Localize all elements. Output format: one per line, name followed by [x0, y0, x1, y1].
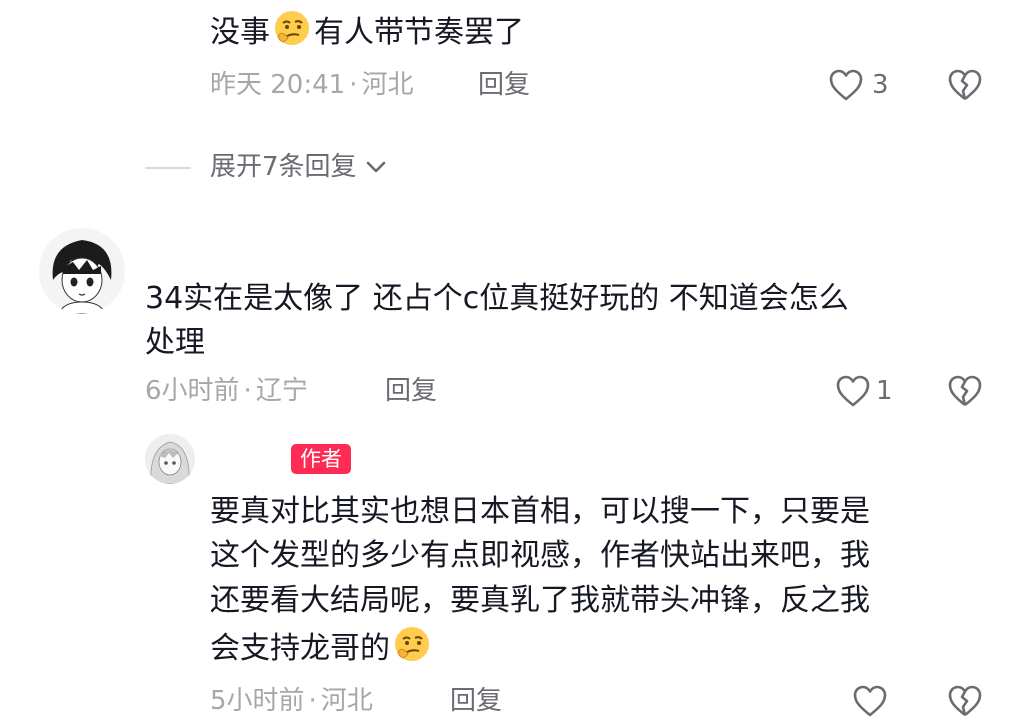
broken-heart-icon [948, 69, 982, 101]
comment-2-like-count: 1 [876, 376, 893, 406]
comment-1-like-button[interactable] [828, 68, 864, 102]
comment-1-dislike-button[interactable] [947, 68, 983, 102]
comment-1-location: 河北 [361, 70, 414, 100]
comment-2-reply-button[interactable]: 回复 [385, 374, 437, 408]
broken-heart-icon [948, 685, 982, 717]
comment-1-like-count: 3 [872, 70, 889, 100]
broken-heart-icon [948, 375, 982, 407]
comment-1-reply-button[interactable]: 回复 [478, 68, 530, 102]
comment-2-text-line2: 处理 [145, 325, 205, 360]
thinking-emoji-icon [275, 11, 309, 45]
comment-2-meta: 6小时前 · 辽宁 [145, 374, 308, 408]
comment-1-text: 没事 有人带节奏罢了 [210, 8, 524, 55]
comment-3-dislike-button[interactable] [947, 684, 983, 718]
expand-replies-button[interactable]: 展开7条回复 [210, 150, 387, 184]
author-avatar[interactable] [145, 434, 195, 484]
anime-girl-avatar-image [145, 434, 195, 484]
comment-3-text-line1: 要真对比其实也想日本首相，可以搜一下，只要是 [210, 494, 870, 529]
heart-icon [836, 375, 870, 407]
comment-1-meta: 昨天 20:41 · 河北 [210, 68, 413, 102]
meta-separator: · [243, 376, 252, 406]
comment-1-text-part1: 没事 [210, 15, 270, 50]
comment-2-dislike-button[interactable] [947, 374, 983, 408]
avatar[interactable] [39, 228, 125, 314]
expand-divider [145, 167, 191, 169]
meta-separator: · [308, 686, 317, 716]
chevron-down-icon [366, 161, 386, 173]
comment-2-text-line1: 34实在是太像了 还占个c位真挺好玩的 不知道会怎么 [145, 281, 849, 316]
comment-2-location: 辽宁 [255, 376, 308, 406]
comment-3-text-line2: 这个发型的多少有点即视感，作者快站出来吧，我 [210, 538, 870, 573]
meta-separator: · [349, 70, 358, 100]
comment-1-text-part2: 有人带节奏罢了 [314, 15, 524, 50]
comment-2-like-button[interactable] [835, 374, 871, 408]
anime-boy-avatar-image [39, 228, 125, 314]
comment-3-time: 5小时前 [210, 686, 305, 716]
comment-2-time: 6小时前 [145, 376, 240, 406]
heart-icon [853, 685, 887, 717]
comment-3-location: 河北 [320, 686, 373, 716]
comment-3-meta: 5小时前 · 河北 [210, 684, 373, 718]
comment-3-text-line4-text: 会支持龙哥的 [210, 631, 390, 666]
heart-icon [829, 69, 863, 101]
comment-3-text-line3: 还要看大结局呢，要真乳了我就带头冲锋，反之我 [210, 583, 870, 618]
comment-3-text-line4: 会支持龙哥的 [210, 624, 434, 671]
thinking-emoji-icon [395, 627, 429, 661]
expand-replies-label: 展开7条回复 [210, 152, 357, 182]
comment-1-time: 昨天 20:41 [210, 70, 346, 100]
comment-3-reply-button[interactable]: 回复 [450, 684, 502, 718]
author-badge: 作者 [291, 444, 351, 474]
comment-3-like-button[interactable] [852, 684, 888, 718]
